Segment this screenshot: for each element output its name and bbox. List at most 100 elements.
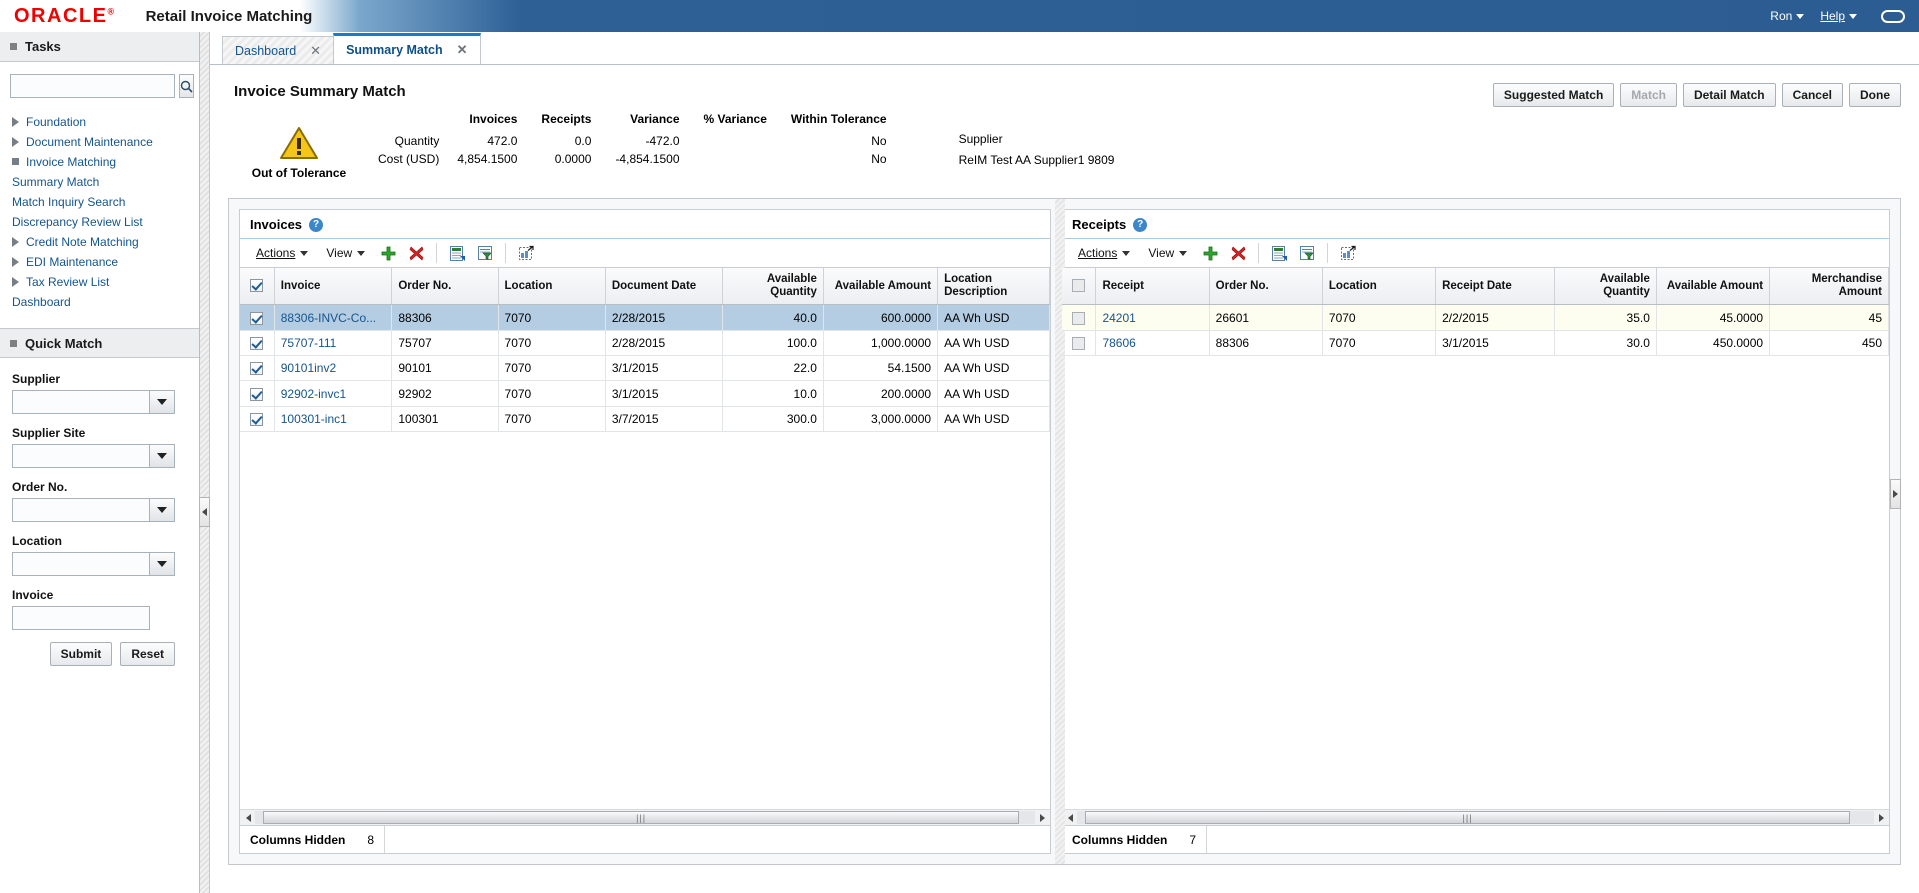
cell-invoice[interactable]: 90101inv2	[274, 356, 392, 381]
row-select-cell[interactable]	[240, 356, 274, 381]
receipts-grid-scroll[interactable]: Receipt Order No. Location Receipt Date …	[1062, 268, 1889, 809]
sidebar-item-credit-note-matching[interactable]: Credit Note Matching	[10, 232, 189, 252]
sidebar-item-invoice-matching[interactable]: Invoice Matching	[10, 152, 189, 172]
row-select-cell[interactable]	[240, 305, 274, 330]
select-all-checkbox[interactable]	[250, 279, 263, 292]
table-row[interactable]: 78606 88306 7070 3/1/2015 30.0 450.0000 …	[1062, 330, 1889, 355]
detail-match-button[interactable]: Detail Match	[1683, 83, 1776, 107]
scroll-right-icon[interactable]	[1874, 811, 1888, 825]
col-order-no[interactable]: Order No.	[1209, 268, 1322, 305]
order-no-input[interactable]	[12, 498, 150, 522]
search-button[interactable]	[179, 74, 194, 98]
row-checkbox[interactable]	[250, 362, 263, 375]
row-checkbox[interactable]	[250, 312, 263, 325]
invoice-link[interactable]: 92902-invc1	[281, 387, 346, 401]
select-all-header[interactable]	[1062, 268, 1096, 305]
location-input[interactable]	[12, 552, 150, 576]
col-available-amount[interactable]: Available Amount	[1656, 268, 1769, 305]
order-no-dropdown-button[interactable]	[150, 498, 175, 522]
add-icon[interactable]	[375, 241, 401, 265]
table-row[interactable]: 90101inv2 90101 7070 3/1/2015 22.0 54.15…	[240, 356, 1050, 381]
tasks-panel-header[interactable]: Tasks	[0, 32, 199, 62]
tab-dashboard[interactable]: Dashboard ✕	[222, 36, 334, 64]
sidebar-item-match-inquiry-search[interactable]: Match Inquiry Search	[10, 192, 189, 212]
invoice-link[interactable]: 88306-INVC-Co...	[281, 311, 376, 325]
select-all-checkbox[interactable]	[1072, 279, 1085, 292]
scroll-track[interactable]: |||	[1077, 811, 1874, 824]
scroll-track[interactable]: |||	[255, 811, 1035, 824]
sidebar-item-dashboard[interactable]: Dashboard	[10, 292, 189, 312]
invoices-horizontal-scrollbar[interactable]: |||	[240, 809, 1050, 825]
collapse-triangle-icon[interactable]	[10, 340, 17, 347]
row-checkbox[interactable]	[1072, 337, 1085, 350]
detach-icon[interactable]	[1335, 241, 1361, 265]
supplier-site-input[interactable]	[12, 444, 150, 468]
row-checkbox[interactable]	[250, 388, 263, 401]
row-select-cell[interactable]	[1062, 330, 1096, 355]
cell-invoice[interactable]: 75707-111	[274, 330, 392, 355]
user-menu[interactable]: Ron	[1770, 9, 1804, 23]
col-location[interactable]: Location	[1322, 268, 1435, 305]
col-available-quantity[interactable]: Available Quantity	[1554, 268, 1656, 305]
right-panel-collapse-handle[interactable]	[1890, 479, 1901, 509]
collapse-triangle-icon[interactable]	[10, 43, 17, 50]
export-excel-icon[interactable]	[1266, 241, 1292, 265]
col-location-description[interactable]: Location Description	[938, 268, 1050, 305]
receipt-link[interactable]: 24201	[1102, 311, 1135, 325]
col-location[interactable]: Location	[498, 268, 605, 305]
submit-button[interactable]: Submit	[50, 642, 113, 666]
col-available-quantity[interactable]: Available Quantity	[723, 268, 823, 305]
scroll-thumb[interactable]: |||	[1085, 811, 1850, 824]
col-invoice[interactable]: Invoice	[274, 268, 392, 305]
supplier-site-dropdown-button[interactable]	[150, 444, 175, 468]
invoices-view-menu[interactable]: View	[318, 244, 373, 262]
row-select-cell[interactable]	[240, 330, 274, 355]
col-document-date[interactable]: Document Date	[605, 268, 723, 305]
export-excel-icon[interactable]	[444, 241, 470, 265]
scroll-left-icon[interactable]	[241, 811, 255, 825]
location-dropdown-button[interactable]	[150, 552, 175, 576]
invoice-link[interactable]: 90101inv2	[281, 361, 336, 375]
col-receipt-date[interactable]: Receipt Date	[1436, 268, 1555, 305]
cell-receipt[interactable]: 78606	[1096, 330, 1209, 355]
invoice-input[interactable]	[12, 606, 150, 630]
done-button[interactable]: Done	[1849, 83, 1901, 107]
receipts-view-menu[interactable]: View	[1140, 244, 1195, 262]
quick-match-panel-header[interactable]: Quick Match	[0, 328, 199, 358]
table-row[interactable]: 24201 26601 7070 2/2/2015 35.0 45.0000 4…	[1062, 305, 1889, 330]
accessibility-toggle-icon[interactable]	[1881, 10, 1905, 23]
col-order-no[interactable]: Order No.	[392, 268, 498, 305]
row-select-cell[interactable]	[1062, 305, 1096, 330]
row-checkbox[interactable]	[250, 413, 263, 426]
sidebar-item-discrepancy-review-list[interactable]: Discrepancy Review List	[10, 212, 189, 232]
scroll-thumb[interactable]: |||	[263, 811, 1020, 824]
delete-icon[interactable]	[403, 241, 429, 265]
col-receipt[interactable]: Receipt	[1096, 268, 1209, 305]
supplier-input[interactable]	[12, 390, 150, 414]
receipts-actions-menu[interactable]: Actions	[1070, 244, 1138, 262]
delete-icon[interactable]	[1225, 241, 1251, 265]
scroll-left-icon[interactable]	[1063, 811, 1077, 825]
close-icon[interactable]: ✕	[310, 43, 321, 59]
sidebar-item-tax-review-list[interactable]: Tax Review List	[10, 272, 189, 292]
table-row[interactable]: 100301-inc1 100301 7070 3/7/2015 300.0 3…	[240, 406, 1050, 431]
sidebar-item-summary-match[interactable]: Summary Match	[10, 172, 189, 192]
row-select-cell[interactable]	[240, 406, 274, 431]
table-row[interactable]: 92902-invc1 92902 7070 3/1/2015 10.0 200…	[240, 381, 1050, 406]
reset-button[interactable]: Reset	[120, 642, 175, 666]
add-icon[interactable]	[1197, 241, 1223, 265]
cell-invoice[interactable]: 100301-inc1	[274, 406, 392, 431]
invoice-link[interactable]: 75707-111	[281, 336, 337, 350]
sidebar-item-document-maintenance[interactable]: Document Maintenance	[10, 132, 189, 152]
receipt-link[interactable]: 78606	[1102, 336, 1135, 350]
row-checkbox[interactable]	[1072, 312, 1085, 325]
sidebar-collapse-handle[interactable]	[199, 497, 210, 527]
col-merchandise-amount[interactable]: Merchandise Amount	[1770, 268, 1889, 305]
task-search-input[interactable]	[10, 74, 175, 98]
cell-receipt[interactable]: 24201	[1096, 305, 1209, 330]
query-by-example-icon[interactable]	[1294, 241, 1320, 265]
sidebar-item-edi-maintenance[interactable]: EDI Maintenance	[10, 252, 189, 272]
tab-summary-match[interactable]: Summary Match ✕	[333, 33, 480, 64]
table-row[interactable]: 75707-111 75707 7070 2/28/2015 100.0 1,0…	[240, 330, 1050, 355]
invoices-grid-scroll[interactable]: Invoice Order No. Location Document Date…	[240, 268, 1050, 809]
